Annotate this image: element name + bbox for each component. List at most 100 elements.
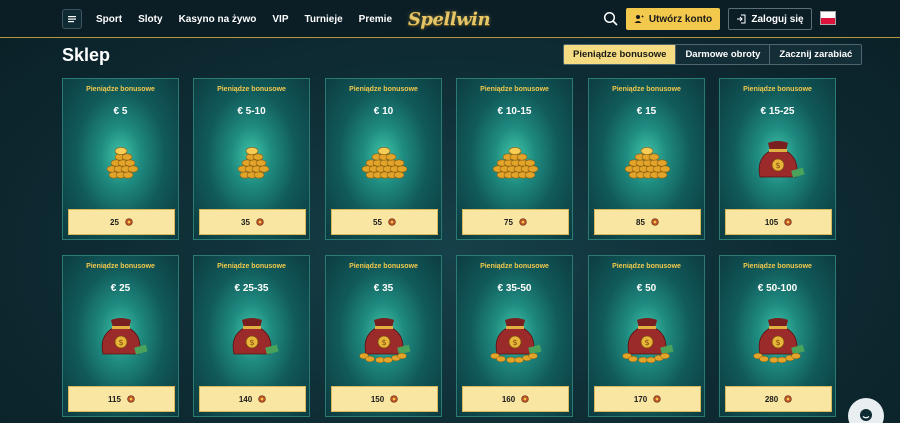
tab-start-earning[interactable]: Zacznij zarabiać	[769, 45, 862, 64]
chat-button[interactable]	[848, 398, 884, 423]
shop-card[interactable]: Pieniądze bonusowe € 25-35 $140	[193, 255, 310, 417]
svg-text:$: $	[381, 338, 386, 347]
login-label: Zaloguj się	[751, 13, 804, 25]
price-value: 140	[238, 394, 253, 404]
buy-price-button[interactable]: 150	[331, 386, 438, 412]
gem-currency-icon	[519, 218, 527, 226]
svg-text:$: $	[775, 161, 780, 170]
card-amount: € 25	[110, 283, 131, 294]
card-amount: € 5-10	[237, 106, 266, 117]
card-amount: € 15-25	[760, 106, 795, 117]
coins-large-icon	[354, 129, 414, 189]
shop-card[interactable]: Pieniądze bonusowe € 50 $170	[588, 255, 705, 417]
nav-vip[interactable]: VIP	[272, 14, 288, 25]
card-amount: € 35	[373, 283, 394, 294]
card-amount: € 10	[373, 106, 394, 117]
gem-currency-icon	[651, 218, 659, 226]
nav-sport[interactable]: Sport	[96, 14, 122, 25]
language-flag-icon[interactable]	[820, 11, 836, 25]
card-amount: € 5	[113, 106, 128, 117]
menu-icon	[68, 16, 76, 23]
card-title: Pieniądze bonusowe	[743, 86, 812, 93]
buy-price-button[interactable]: 170	[594, 386, 701, 412]
logo-text: Spellwin	[407, 8, 491, 30]
register-button[interactable]: Utwórz konto	[626, 8, 720, 30]
gem-currency-icon	[784, 218, 792, 226]
gem-currency-icon	[390, 395, 398, 403]
login-button[interactable]: Zaloguj się	[728, 8, 812, 30]
search-icon[interactable]	[603, 11, 619, 27]
card-title: Pieniądze bonusowe	[349, 86, 418, 93]
card-title: Pieniądze bonusowe	[217, 86, 286, 93]
register-label: Utwórz konto	[648, 13, 713, 25]
buy-price-button[interactable]: 160	[462, 386, 569, 412]
price-value: 55	[373, 217, 382, 227]
shop-card[interactable]: Pieniądze bonusowe € 10-15 75	[456, 78, 573, 240]
tab-free-spins[interactable]: Darmowe obroty	[675, 45, 770, 64]
chat-icon	[860, 409, 872, 421]
login-icon	[737, 14, 746, 24]
buy-price-button[interactable]: 35	[199, 209, 306, 235]
buy-price-button[interactable]: 75	[462, 209, 569, 235]
shop-card[interactable]: Pieniądze bonusowe € 35 $150	[325, 255, 442, 417]
nav-kasyno[interactable]: Kasyno na żywo	[179, 14, 257, 25]
card-title: Pieniądze bonusowe	[86, 86, 155, 93]
shop-card[interactable]: Pieniądze bonusowe € 25 $115	[62, 255, 179, 417]
user-add-icon	[634, 15, 644, 23]
card-title: Pieniądze bonusowe	[86, 263, 155, 270]
shop-card[interactable]: Pieniądze bonusowe € 15 85	[588, 78, 705, 240]
card-title: Pieniądze bonusowe	[612, 263, 681, 270]
card-amount: € 10-15	[497, 106, 532, 117]
card-amount: € 50	[636, 283, 657, 294]
money-bag-icon: $	[222, 306, 282, 366]
buy-price-button[interactable]: 25	[68, 209, 175, 235]
nav-sloty[interactable]: Sloty	[138, 14, 162, 25]
card-title: Pieniądze bonusowe	[480, 263, 549, 270]
shop-card[interactable]: Pieniądze bonusowe € 5-10 35	[193, 78, 310, 240]
page-title: Sklep	[62, 45, 111, 65]
shop-card[interactable]: Pieniądze bonusowe € 50-100 $280	[719, 255, 836, 417]
money-bag-coins-icon: $	[617, 306, 677, 366]
gem-currency-icon	[258, 395, 266, 403]
price-value: 25	[110, 217, 119, 227]
shop-card[interactable]: Pieniądze bonusowe € 15-25 $105	[719, 78, 836, 240]
price-value: 115	[108, 394, 121, 404]
money-bag-coins-icon: $	[485, 306, 545, 366]
coins-large-icon	[485, 129, 545, 189]
price-value: 280	[764, 394, 779, 404]
price-value: 170	[633, 394, 648, 404]
buy-price-button[interactable]: 115	[68, 386, 175, 412]
card-title: Pieniądze bonusowe	[743, 263, 812, 270]
card-amount: € 15	[636, 106, 657, 117]
hamburger-menu-button[interactable]	[62, 9, 82, 29]
gem-currency-icon	[521, 395, 529, 403]
tab-bonus-money[interactable]: Pieniądze bonusowe	[564, 45, 676, 64]
svg-text:$: $	[512, 338, 517, 347]
buy-price-button[interactable]: 105	[725, 209, 832, 235]
coins-small-icon	[222, 129, 282, 189]
shop-card[interactable]: Pieniądze bonusowe € 5 25	[62, 78, 179, 240]
shop-card[interactable]: Pieniądze bonusowe € 10 55	[325, 78, 442, 240]
svg-text:$: $	[775, 338, 780, 347]
price-value: 105	[764, 217, 779, 227]
card-title: Pieniądze bonusowe	[480, 86, 549, 93]
money-bag-icon: $	[748, 129, 808, 189]
nav-turnieje[interactable]: Turnieje	[305, 14, 343, 25]
gem-currency-icon	[256, 218, 264, 226]
gem-currency-icon	[653, 395, 661, 403]
buy-price-button[interactable]: 55	[331, 209, 438, 235]
buy-price-button[interactable]: 140	[199, 386, 306, 412]
buy-price-button[interactable]: 85	[594, 209, 701, 235]
shop-card[interactable]: Pieniądze bonusowe € 35-50 $160	[456, 255, 573, 417]
shop-tabs: Pieniądze bonusowe Darmowe obroty Zaczni…	[563, 44, 863, 65]
card-amount: € 35-50	[497, 283, 532, 294]
coins-small-icon	[91, 129, 151, 189]
price-value: 150	[370, 394, 385, 404]
spellwin-logo[interactable]: Spellwin	[407, 6, 491, 32]
top-header: Sport Sloty Kasyno na żywo VIP Turnieje …	[0, 0, 900, 38]
money-bag-coins-icon: $	[354, 306, 414, 366]
buy-price-button[interactable]: 280	[725, 386, 832, 412]
nav-premie[interactable]: Premie	[359, 14, 392, 25]
card-title: Pieniądze bonusowe	[217, 263, 286, 270]
card-amount: € 25-35	[234, 283, 269, 294]
